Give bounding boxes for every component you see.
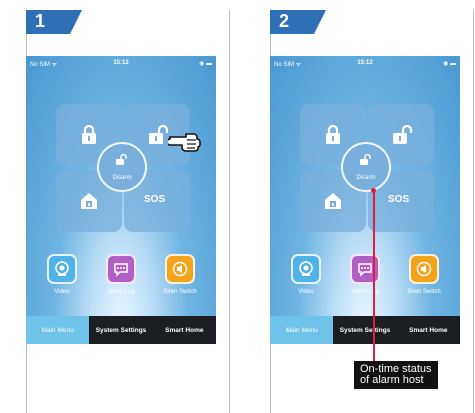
- tab-system-settings[interactable]: System Settings: [89, 316, 153, 344]
- sos-label: SOS: [144, 194, 166, 205]
- speaker-icon: [172, 261, 188, 277]
- clock: 15:12: [357, 60, 373, 66]
- siren-switch-app-label: Siren Switch: [163, 289, 197, 295]
- chat-log-icon: [114, 263, 128, 277]
- step-number: 1: [35, 11, 46, 31]
- home-arm-icon: [325, 193, 341, 209]
- home-arm-icon: [81, 193, 97, 209]
- bottom-tab-bar: Main Menu System Settings Smart Home: [270, 316, 460, 344]
- video-app-label: Video: [54, 289, 70, 295]
- siren-switch-app-icon: [165, 254, 195, 284]
- video-app-icon: [291, 254, 321, 284]
- phone-screen: No SIM ᯤ 15:12 ◉ ▬ SOS Disarm Video Alar…: [270, 56, 460, 344]
- chat-log-icon: [358, 263, 372, 277]
- camera-icon: [299, 261, 313, 276]
- video-app-icon: [47, 254, 77, 284]
- siren-switch-app[interactable]: Siren Switch: [160, 254, 200, 295]
- siren-switch-app-label: Siren Switch: [407, 289, 441, 295]
- step-badge: 2: [270, 10, 326, 34]
- video-app[interactable]: Video: [286, 254, 326, 295]
- unlock-icon: [360, 154, 371, 165]
- status-bar: No SIM ᯤ 15:12 ◉ ▬: [26, 56, 216, 70]
- alarm-log-app-label: Alarm Log: [107, 289, 135, 295]
- disarm-center-button[interactable]: Disarm: [97, 142, 147, 192]
- video-app[interactable]: Video: [42, 254, 82, 295]
- siren-switch-app-icon: [409, 254, 439, 284]
- pointing-hand-icon: [168, 133, 201, 152]
- callout-pointer-line: [373, 190, 375, 361]
- phone-screen: No SIM ᯤ 15:12 ◉ ▬ SOS Disarm Video Alar…: [26, 56, 216, 344]
- callout-line-2: of alarm host: [360, 374, 424, 386]
- lock-icon: [326, 124, 340, 144]
- step-panel-1: 1 No SIM ᯤ 15:12 ◉ ▬ SOS Disarm Video Al…: [26, 0, 230, 413]
- alarm-log-app-label: Alarm Log: [351, 289, 379, 295]
- step-panel-2: 2 No SIM ᯤ 15:12 ◉ ▬ SOS Disarm Video Al…: [270, 0, 474, 413]
- unlock-icon: [393, 124, 413, 144]
- sos-label: SOS: [388, 194, 410, 205]
- speaker-icon: [416, 261, 432, 277]
- center-label: Disarm: [356, 175, 376, 181]
- bottom-tab-bar: Main Menu System Settings Smart Home: [26, 316, 216, 344]
- center-label: Disarm: [112, 175, 132, 181]
- callout-box: On-time status of alarm host: [354, 361, 438, 389]
- clock: 15:12: [113, 60, 129, 66]
- tab-system-settings[interactable]: System Settings: [333, 316, 397, 344]
- tab-smart-home[interactable]: Smart Home: [152, 316, 216, 344]
- unlock-icon: [149, 124, 169, 144]
- unlock-icon: [116, 154, 127, 165]
- step-number: 2: [279, 11, 290, 31]
- disarm-center-button[interactable]: Disarm: [341, 142, 391, 192]
- siren-switch-app[interactable]: Siren Switch: [404, 254, 444, 295]
- step-badge: 1: [26, 10, 82, 34]
- alarm-log-app[interactable]: Alarm Log: [345, 254, 385, 295]
- tab-smart-home[interactable]: Smart Home: [396, 316, 460, 344]
- alarm-log-app[interactable]: Alarm Log: [101, 254, 141, 295]
- camera-icon: [55, 261, 69, 276]
- lock-icon: [82, 124, 96, 144]
- alarm-log-app-icon: [106, 254, 136, 284]
- battery-indicator: ◉ ▬: [199, 61, 212, 67]
- tab-main-menu[interactable]: Main Menu: [26, 316, 90, 344]
- video-app-label: Video: [298, 289, 314, 295]
- status-bar: No SIM ᯤ 15:12 ◉ ▬: [270, 56, 460, 70]
- tab-main-menu[interactable]: Main Menu: [270, 316, 334, 344]
- alarm-log-app-icon: [350, 254, 380, 284]
- battery-indicator: ◉ ▬: [443, 61, 456, 67]
